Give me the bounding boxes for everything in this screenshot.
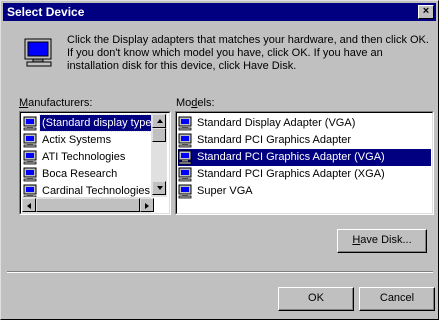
list-item-label: Standard PCI Graphics Adapter (XGA) — [197, 168, 385, 180]
title-bar[interactable]: Select Device × — [3, 3, 436, 21]
arrow-down-icon — [157, 186, 163, 190]
arrow-right-icon — [145, 203, 149, 209]
arrow-up-icon — [157, 119, 163, 123]
manufacturers-label: Manufacturers: — [19, 97, 93, 109]
instructions-text: Click the Display adapters that matches … — [67, 34, 429, 72]
cancel-button[interactable]: Cancel — [359, 287, 435, 311]
list-item-label: (Standard display types) — [39, 114, 164, 132]
list-item-label: Standard PCI Graphics Adapter — [197, 134, 352, 146]
monitor-icon — [23, 167, 37, 182]
models-label: Models: — [176, 97, 215, 109]
arrow-left-icon — [27, 203, 31, 209]
have-disk-button[interactable]: Have Disk... — [337, 229, 427, 253]
models-list[interactable]: Standard Display Adapter (VGA) Standard P… — [175, 111, 434, 215]
monitor-icon — [178, 116, 192, 131]
monitor-icon — [23, 150, 37, 165]
list-item-label: Actix Systems — [42, 134, 112, 146]
select-device-dialog: Select Device × Click the Display adapte… — [0, 0, 439, 320]
list-item-label: Super VGA — [197, 185, 253, 197]
monitor-icon — [178, 150, 192, 165]
monitor-icon — [178, 184, 192, 199]
models-item[interactable]: Standard Display Adapter (VGA) — [178, 115, 431, 132]
ok-button[interactable]: OK — [278, 287, 354, 311]
monitor-icon — [23, 133, 37, 148]
models-item[interactable]: Standard PCI Graphics Adapter — [178, 132, 431, 149]
monitor-icon — [178, 167, 192, 182]
monitor-icon — [24, 38, 52, 67]
manufacturers-hscrollbar[interactable] — [22, 197, 154, 213]
monitor-icon — [23, 116, 37, 131]
divider — [7, 271, 433, 273]
list-item-label: Standard PCI Graphics Adapter (VGA) — [197, 151, 385, 163]
scroll-up-button[interactable] — [152, 114, 166, 128]
hscroll-thumb[interactable] — [36, 198, 140, 212]
scroll-down-button[interactable] — [152, 181, 166, 195]
models-item[interactable]: Standard PCI Graphics Adapter (XGA) — [178, 166, 431, 183]
scroll-right-button[interactable] — [140, 198, 154, 212]
list-item-label: Standard Display Adapter (VGA) — [197, 117, 356, 129]
manufacturers-vscrollbar[interactable] — [151, 113, 167, 197]
scroll-left-button[interactable] — [22, 198, 36, 212]
list-item-label: Boca Research — [42, 168, 118, 180]
manufacturers-list[interactable]: (Standard display types) Actix Systems ATI… — [19, 111, 171, 215]
models-item[interactable]: Super VGA — [178, 183, 431, 200]
scroll-thumb[interactable] — [152, 128, 166, 142]
models-item[interactable]: Standard PCI Graphics Adapter (VGA) — [178, 149, 431, 166]
monitor-icon — [178, 133, 192, 148]
list-item-label: ATI Technologies — [42, 151, 126, 163]
close-icon: × — [422, 5, 430, 17]
close-button[interactable]: × — [418, 5, 434, 19]
window-title: Select Device — [7, 5, 85, 19]
